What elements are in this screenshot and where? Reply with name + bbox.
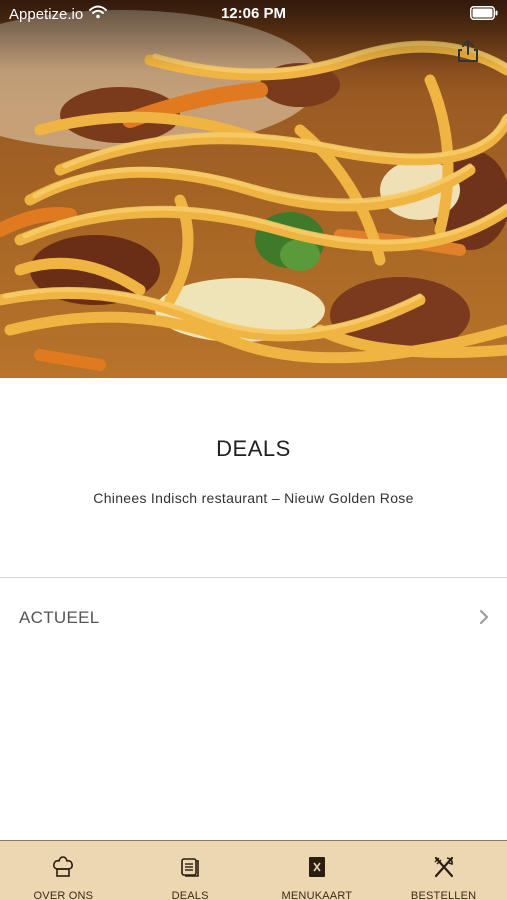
tab-over-ons[interactable]: OVER ONS: [0, 841, 127, 900]
menu-card-icon: [306, 856, 328, 878]
share-button[interactable]: [453, 38, 483, 68]
tab-label: BESTELLEN: [410, 890, 477, 900]
tab-bar: OVER ONS DEALS MENUKAART BESTELLEN: [0, 840, 507, 900]
battery-icon: [470, 6, 498, 24]
list-item-actueel[interactable]: ACTUEEL: [0, 578, 507, 658]
hero-image: [0, 0, 507, 378]
scroll-icon: [179, 856, 201, 878]
status-time: 12:06 PM: [220, 5, 287, 22]
tab-menukaart[interactable]: MENUKAART: [254, 841, 381, 900]
cutlery-icon: [433, 856, 455, 878]
tab-label: DEALS: [171, 890, 209, 900]
status-bar: Appetize.io 12:06 PM: [0, 0, 507, 28]
screen: Appetize.io 12:06 PM DEALS Chinees Indis…: [0, 0, 507, 900]
share-icon: [456, 39, 480, 68]
tab-deals[interactable]: DEALS: [127, 841, 254, 900]
chef-hat-icon: [52, 856, 74, 878]
chevron-right-icon: [479, 609, 489, 630]
list-item-label: ACTUEEL: [19, 608, 100, 627]
page-subtitle: Chinees Indisch restaurant – Nieuw Golde…: [93, 490, 414, 506]
tab-bestellen[interactable]: BESTELLEN: [380, 841, 507, 900]
tab-label: MENUKAART: [281, 890, 353, 900]
page-title: DEALS: [216, 436, 291, 461]
tab-label: OVER ONS: [33, 890, 94, 900]
